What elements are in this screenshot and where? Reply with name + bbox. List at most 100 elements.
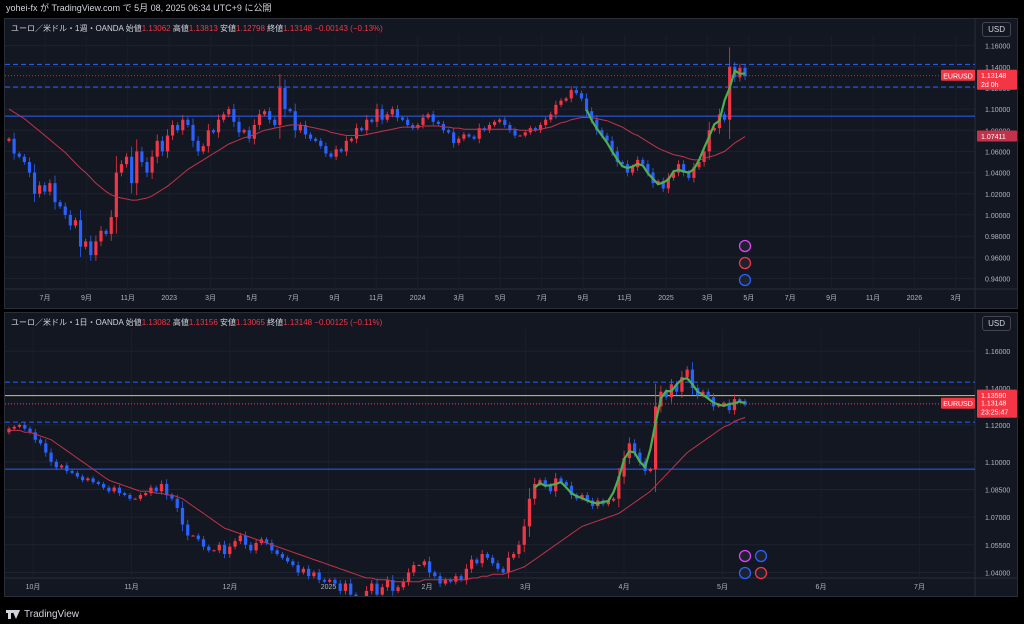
candle xyxy=(307,568,311,577)
upper-price-label: 1.13590 xyxy=(981,393,1006,400)
x-tick-label: 3月 xyxy=(520,583,531,591)
candle xyxy=(196,535,200,540)
weekly-high-value: 1.13813 xyxy=(188,24,218,33)
x-tick-label: 9月 xyxy=(81,294,92,302)
candle xyxy=(464,568,469,580)
candle xyxy=(78,220,83,247)
candle xyxy=(180,507,185,525)
weekly-open-value: 1.13062 xyxy=(141,24,171,33)
daily-close-label: 終値 xyxy=(267,318,284,327)
candle xyxy=(314,138,318,141)
symbol-label: EURUSD xyxy=(943,401,973,408)
candle xyxy=(559,100,563,105)
candle xyxy=(114,172,118,218)
candle xyxy=(459,576,463,580)
candle xyxy=(70,471,74,473)
publish-header: yohei-fx が TradingView.com で 5月 08, 2025… xyxy=(0,0,1024,16)
candle xyxy=(333,579,337,584)
us-flag-event-icon[interactable] xyxy=(738,256,752,270)
candle xyxy=(175,498,179,508)
candle xyxy=(349,138,354,141)
candle xyxy=(254,542,258,551)
candle xyxy=(396,587,400,591)
weekly-close-label: 終値 xyxy=(267,24,284,33)
weekly-chart-panel[interactable]: 1.160001.140001.120001.100001.080001.060… xyxy=(4,18,1018,309)
x-tick-label: 5月 xyxy=(743,294,754,302)
y-tick-label: 1.00000 xyxy=(985,213,1010,220)
eu-flag-event-icon[interactable] xyxy=(754,549,768,563)
candle xyxy=(298,124,302,131)
daily-currency-button[interactable]: USD xyxy=(982,316,1011,331)
candle xyxy=(145,162,149,173)
daily-legend: ユーロ／米ドル・1日・OANDA 始値1.13082 高値1.13156 安値1… xyxy=(11,317,382,328)
daily-open-value: 1.13082 xyxy=(141,318,171,327)
weekly-change: −0.00143 (−0.13%) xyxy=(314,24,383,33)
footer-brand[interactable]: TradingView xyxy=(24,609,79,620)
candle xyxy=(135,151,139,184)
eu-flag-event-icon-2[interactable] xyxy=(738,566,752,580)
candle xyxy=(283,87,287,110)
candle xyxy=(322,579,327,582)
candle xyxy=(417,565,421,567)
author-name[interactable]: yohei-fx xyxy=(6,3,38,13)
candle xyxy=(291,561,295,566)
last-price-label: 1.13148 xyxy=(981,73,1006,80)
candle xyxy=(99,230,103,242)
candle xyxy=(411,124,415,129)
candle xyxy=(91,478,95,483)
candle xyxy=(293,111,297,131)
weekly-currency-button[interactable]: USD xyxy=(982,22,1011,37)
candle xyxy=(43,185,47,192)
daily-symbol-title[interactable]: ユーロ／米ドル・1日・OANDA xyxy=(11,318,123,327)
candle xyxy=(155,140,159,157)
lightning-event-icon[interactable] xyxy=(738,549,752,563)
candle xyxy=(12,426,16,429)
candle xyxy=(109,217,113,234)
candle xyxy=(212,550,216,552)
candle xyxy=(385,579,390,588)
candle xyxy=(390,109,394,115)
candle xyxy=(86,478,90,481)
candle xyxy=(117,487,122,494)
x-tick-label: 11月 xyxy=(369,294,383,302)
candle xyxy=(28,428,32,433)
y-tick-label: 1.04000 xyxy=(985,171,1010,178)
daily-chart-svg[interactable]: 1.160001.140001.120001.100001.085001.070… xyxy=(5,313,1017,596)
candle xyxy=(426,114,430,118)
candle xyxy=(491,557,495,564)
candle xyxy=(119,164,124,173)
daily-close-value: 1.13148 xyxy=(283,318,313,327)
candle xyxy=(128,495,132,499)
candle xyxy=(312,572,316,577)
candle xyxy=(344,140,348,152)
candle xyxy=(485,554,490,558)
lightning-event-icon[interactable] xyxy=(738,239,752,253)
candle xyxy=(75,472,79,477)
daily-chart-panel[interactable]: 1.16000 1.14000 1.12000 1.10000 1.08500 1.070… xyxy=(4,312,1018,597)
daily-low-value: 1.13065 xyxy=(236,318,265,327)
tradingview-logo-icon[interactable] xyxy=(6,609,20,619)
weekly-chart-svg[interactable]: 1.160001.140001.120001.100001.080001.060… xyxy=(5,19,1017,308)
candle xyxy=(247,130,251,139)
weekly-close-value: 1.13148 xyxy=(283,24,313,33)
candle xyxy=(238,535,242,542)
candle xyxy=(228,546,232,555)
candle xyxy=(96,482,101,484)
candle xyxy=(232,109,236,122)
weekly-symbol-title[interactable]: ユーロ／米ドル・1週・OANDA xyxy=(11,24,123,33)
candle xyxy=(446,130,451,133)
x-tick-label: 2024 xyxy=(410,295,426,302)
candle xyxy=(206,130,210,147)
candle xyxy=(273,119,277,125)
eu-flag-event-icon[interactable] xyxy=(738,273,752,287)
candle xyxy=(149,487,153,494)
candle xyxy=(380,109,384,120)
weekly-high-label: 高値 xyxy=(172,24,189,33)
candle xyxy=(564,98,568,101)
us-flag-event-icon[interactable] xyxy=(754,566,768,580)
candle xyxy=(201,539,206,547)
ma-price-label: 1.07411 xyxy=(981,134,1006,141)
x-tick-label: 9月 xyxy=(329,294,340,302)
candle xyxy=(319,140,323,147)
candle xyxy=(527,498,532,527)
